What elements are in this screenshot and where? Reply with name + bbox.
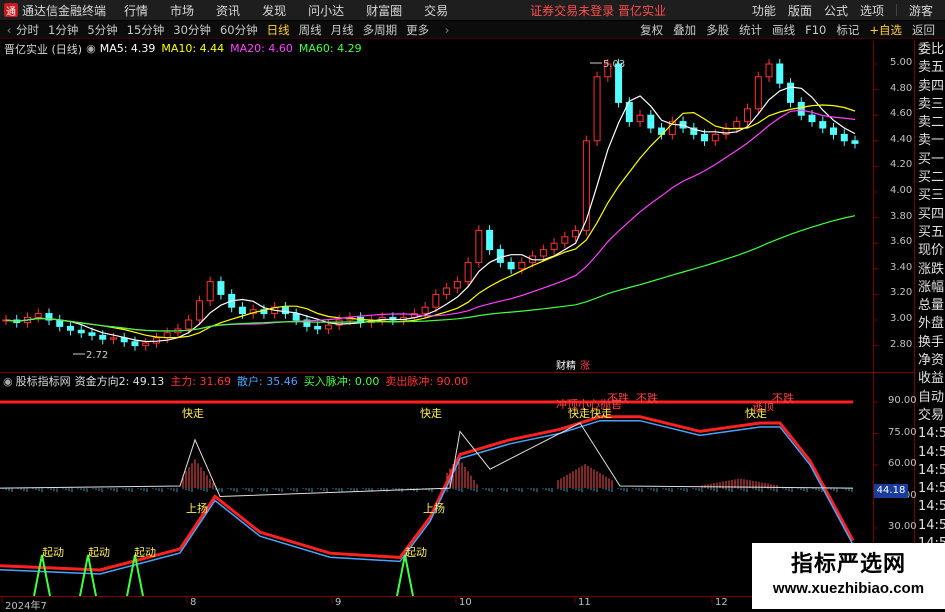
stock-title[interactable]: 晋亿实业 (日线) [4, 41, 82, 57]
side-item[interactable]: 委比 [915, 41, 945, 59]
ma20-label: MA20: 4.60 [230, 42, 293, 55]
side-item[interactable]: 买三 [915, 187, 945, 205]
settings-gear-icon[interactable]: ◉ [3, 375, 13, 388]
watermark: 指标严选网 www.xuezhibiao.com [752, 543, 945, 609]
rise-signal-label: 上扬 [186, 502, 208, 515]
side-item: 14:56 [918, 481, 945, 497]
side-item[interactable]: 卖二 [915, 114, 945, 132]
price-tick: 4.20 [890, 159, 913, 171]
side-item[interactable]: 交易 [915, 407, 945, 425]
candlesticks [2, 58, 859, 351]
side-item[interactable]: 总量 [915, 297, 945, 315]
indicator-tick: 60.00 [888, 458, 917, 469]
price-tick: 3.80 [890, 210, 913, 222]
sell-pulse-label: 卖出脉冲: 90.00 [385, 375, 469, 388]
price-tick: 4.40 [890, 133, 913, 145]
price-tick: 5.00 [890, 57, 913, 68]
start-signal-label: 起动 [405, 546, 427, 559]
side-item[interactable]: 卖一 [915, 132, 945, 150]
main-chart-header: 晋亿实业 (日线) ◉ MA5: 4.39 MA10: 4.44 MA20: 4… [0, 41, 362, 56]
settings-gear-icon[interactable]: ◉ [86, 42, 96, 55]
ma10-label: MA10: 4.44 [161, 42, 225, 55]
rise-signal-label: 上扬 [423, 502, 445, 515]
price-tick: 4.80 [890, 82, 913, 94]
side-item: 14:56 [918, 426, 945, 442]
hold-signal-label: 不跌 [772, 392, 794, 405]
side-item: 14:56 [918, 462, 945, 478]
high-price-mark: 5.03 [603, 59, 625, 70]
side-item[interactable]: 买四 [915, 206, 945, 224]
side-item[interactable]: 卖三 [915, 96, 945, 114]
time-tick: 12 [715, 597, 728, 608]
price-tick: 2.80 [890, 338, 913, 350]
low-price-mark: 2.72 [86, 350, 108, 361]
main-force-label: 主力: 31.69 [170, 375, 232, 388]
time-tick: 9 [335, 597, 342, 608]
fund-direction-label: 资金方向2: 49.13 [74, 375, 165, 388]
quote-side-panel: 委比 卖五 卖四 卖三 卖二 卖一 买一 买二 买三 买四 买五 现价 涨跌 涨… [915, 41, 945, 553]
side-item[interactable]: 买二 [915, 169, 945, 187]
start-signal-label: 起动 [42, 546, 64, 559]
ma5-label: MA5: 4.39 [99, 42, 156, 55]
chart-grid [0, 41, 915, 609]
hold-signal-label: 不跌 [636, 392, 658, 405]
fast-signal-label: 快走 [182, 407, 204, 420]
buy-pulse-label: 买入脉冲: 0.00 [303, 375, 380, 388]
side-item[interactable]: 换手 [915, 334, 945, 352]
event-tag: 财精 [556, 359, 576, 372]
price-tick: 3.40 [890, 261, 913, 273]
start-signal-label: 起动 [88, 546, 110, 559]
side-item[interactable]: 买一 [915, 151, 945, 169]
price-tick: 3.00 [890, 313, 913, 324]
side-item: 14:56 [918, 499, 945, 515]
indicator-header: ◉ 股标指标网 资金方向2: 49.13 主力: 31.69 散户: 35.46… [0, 373, 469, 389]
indicator-tick: 75.00 [888, 426, 917, 438]
time-tick: 11 [578, 597, 591, 608]
sell-signal-label: 逃顶 [752, 400, 774, 413]
hold-signal-label: 不跌 [607, 392, 629, 405]
time-tick: 2024年7 [5, 601, 47, 612]
price-tick: 4.60 [890, 108, 913, 120]
side-item[interactable]: 买五 [915, 224, 945, 242]
watermark-title: 指标严选网 [790, 552, 906, 577]
time-tick: 10 [459, 597, 472, 608]
time-tick: 8 [190, 597, 197, 608]
chart-canvas[interactable]: 5.03 2.72 财精涨 [0, 0, 945, 609]
side-item[interactable]: 收益 [915, 370, 945, 388]
side-item[interactable]: 现价 [915, 242, 945, 260]
indicator-tick: 30.00 [888, 521, 917, 532]
side-item: 14:56 [918, 517, 945, 533]
current-value-badge: 44.18 [874, 484, 908, 498]
side-item: 14:56 [918, 444, 945, 460]
moving-averages: 5.03 2.72 财精涨 [5, 59, 856, 372]
side-item[interactable]: 自动 [915, 389, 945, 407]
indicator-plot [0, 400, 855, 597]
side-item[interactable]: 卖四 [915, 78, 945, 96]
side-item[interactable]: 涨幅 [915, 279, 945, 297]
watermark-url: www.xuezhibiao.com [772, 580, 925, 597]
side-item[interactable]: 外盘 [915, 315, 945, 333]
event-tag: 涨 [580, 360, 590, 372]
fast-signal-label: 快走 [420, 407, 442, 420]
side-item[interactable]: 卖五 [915, 59, 945, 77]
price-tick: 3.20 [890, 287, 913, 299]
price-tick: 3.60 [890, 236, 913, 248]
price-tick: 4.00 [890, 185, 913, 196]
ma60-label: MA60: 4.29 [298, 42, 362, 55]
side-item[interactable]: 净资 [915, 352, 945, 370]
indicator-name[interactable]: 股标指标网 [16, 373, 71, 389]
start-signal-label: 起动 [134, 546, 156, 559]
side-item[interactable]: 涨跌 [915, 261, 945, 279]
retail-label: 散户: 35.46 [237, 375, 298, 388]
indicator-tick: 90.00 [888, 395, 917, 406]
